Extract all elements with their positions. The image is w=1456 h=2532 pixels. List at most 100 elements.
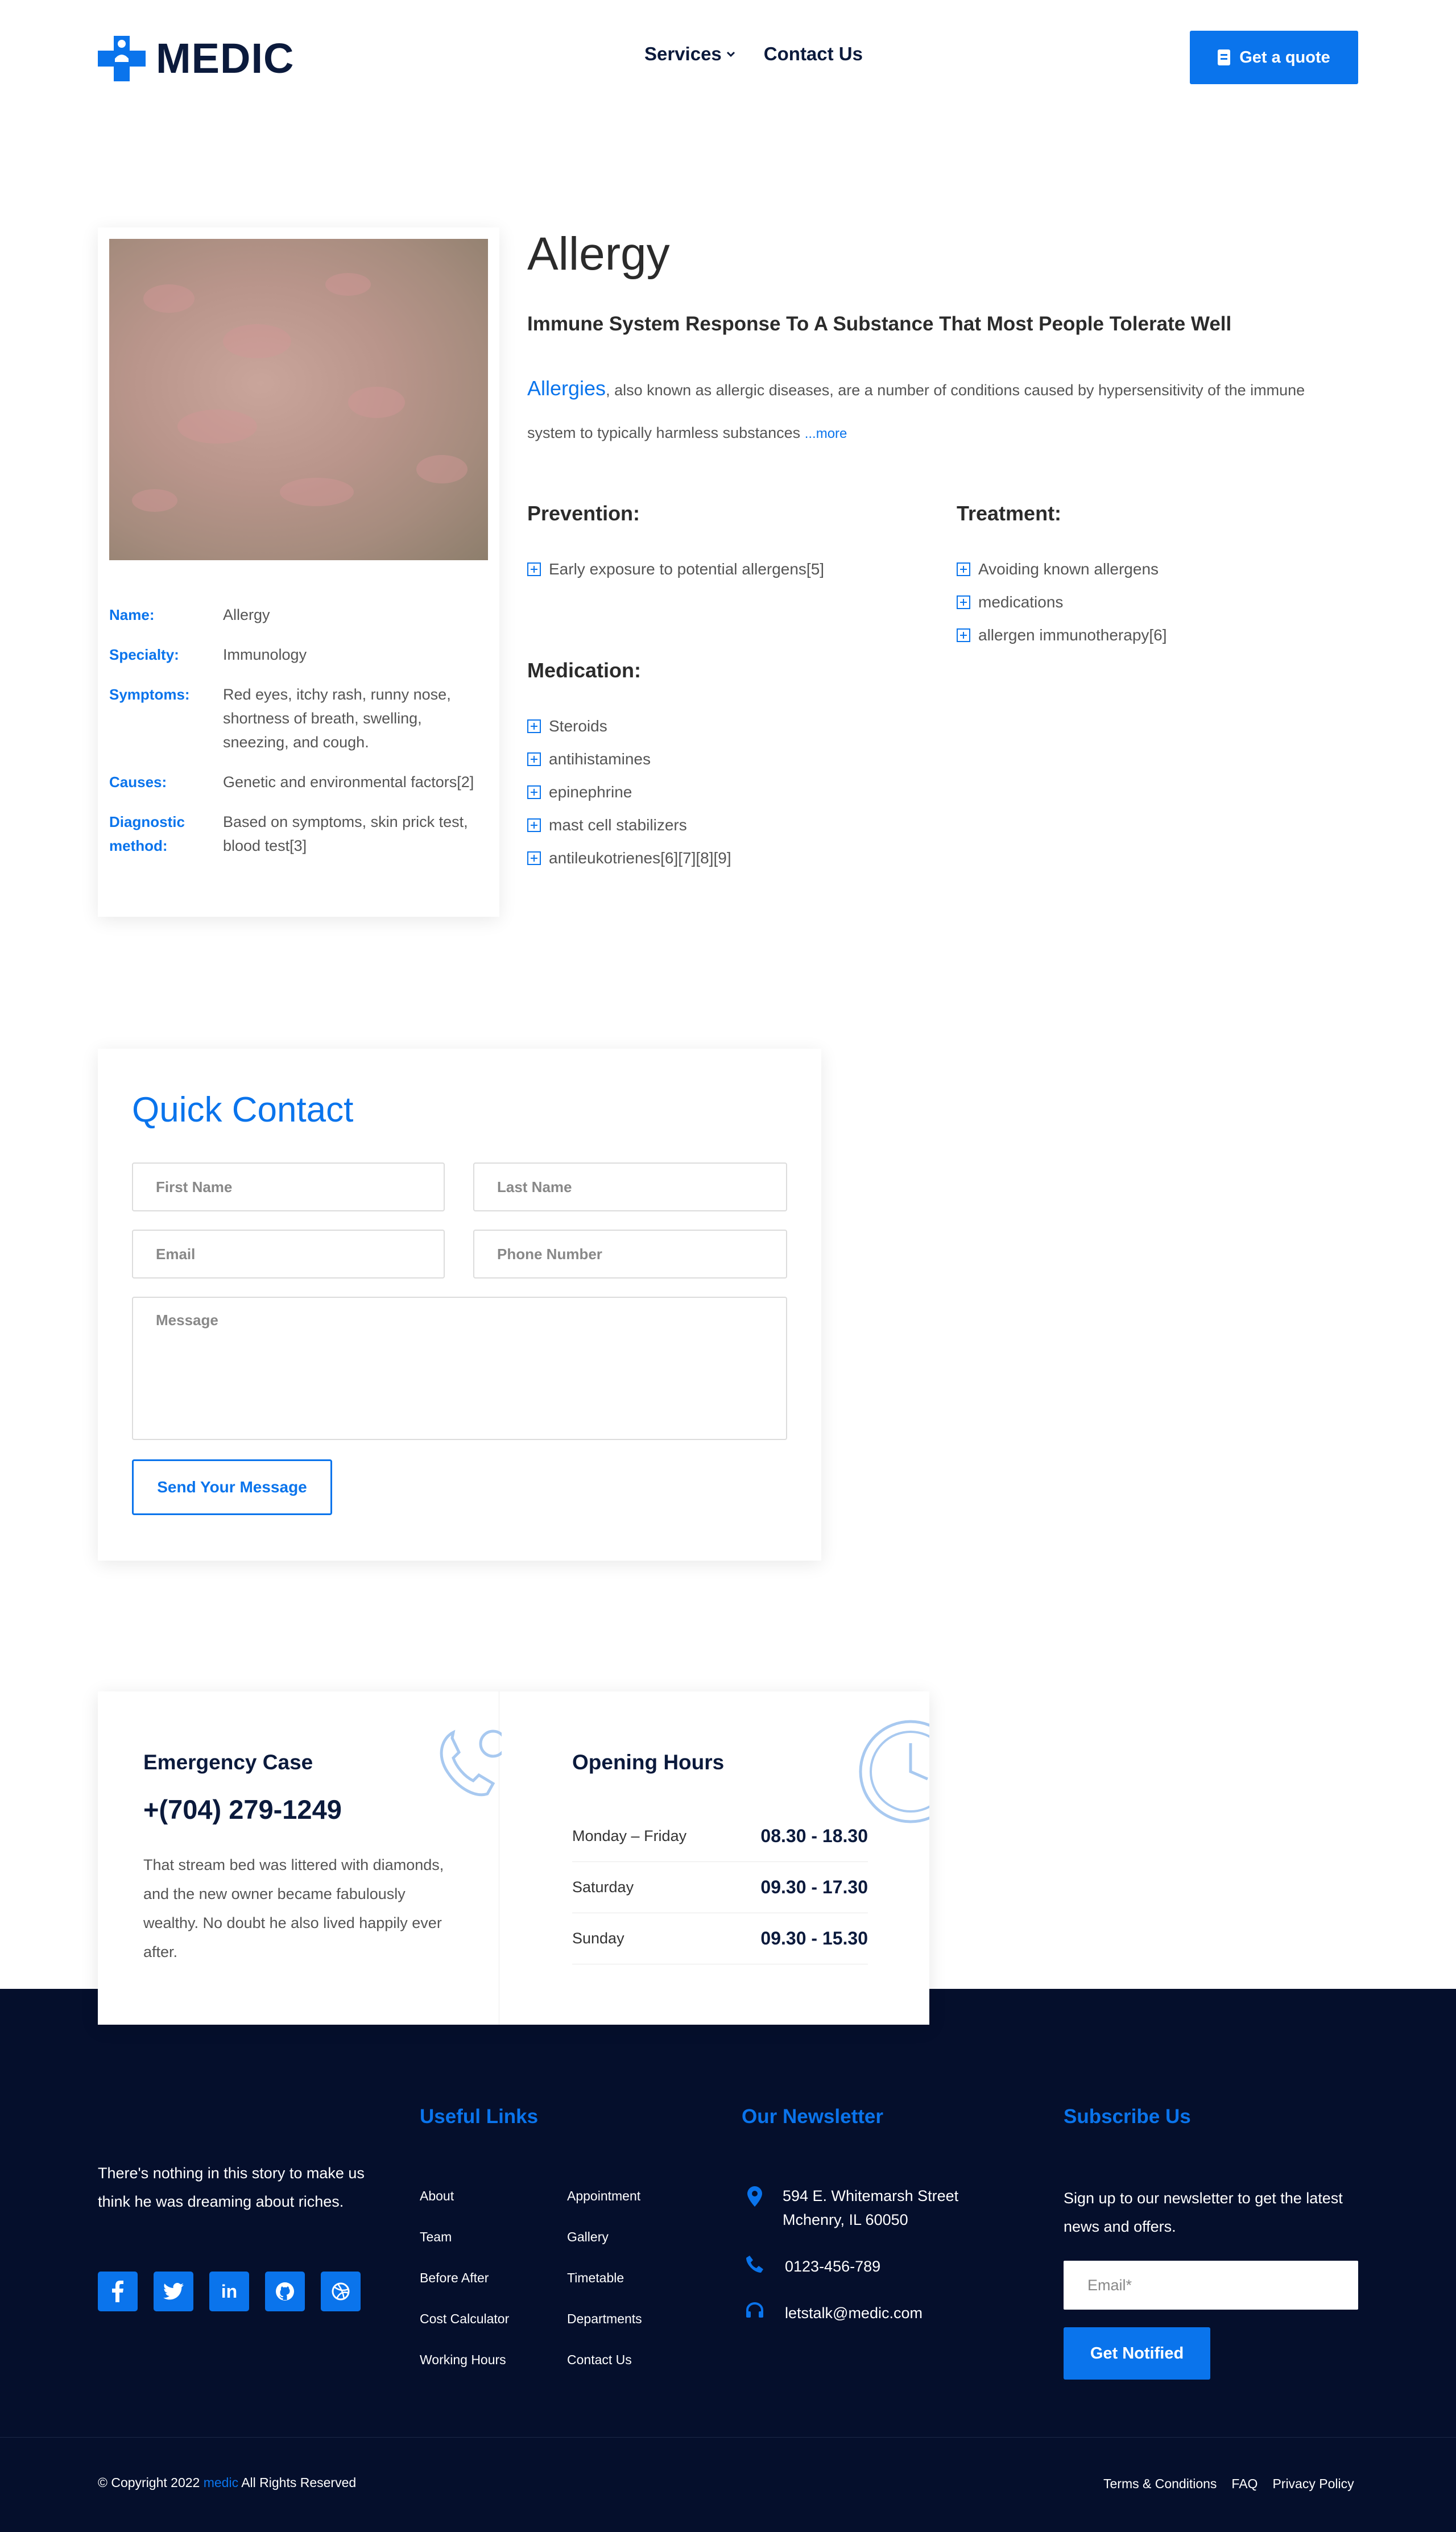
document-icon [1218,49,1231,65]
plus-square-icon [957,595,970,609]
twitter-icon[interactable] [154,2272,193,2311]
list-item: allergen immunotherapy[6] [957,619,1167,652]
footer-link[interactable]: About [420,2188,454,2204]
chevron-down-icon [726,51,735,57]
medical-cross-icon [98,35,146,81]
headset-icon [746,2302,763,2318]
disease-info-list: Name: Allergy Specialty: Immunology Sympto… [109,603,488,874]
footer-divider [0,2437,1456,2438]
newsletter-email-input[interactable]: Email* [1064,2261,1358,2310]
map-pin-icon [747,2186,762,2207]
plus-square-icon [527,785,541,799]
emergency-phone[interactable]: +(704) 279-1249 [143,1794,342,1825]
read-more-link[interactable]: ...more [805,426,847,441]
description-lead-link[interactable]: Allergies [527,377,606,400]
hours-time: 09.30 - 17.30 [760,1877,868,1897]
treatment-list: Avoiding known allergens medications all… [957,553,1167,652]
footer-link[interactable]: Working Hours [420,2352,506,2368]
info-value: Allergy [223,606,270,623]
info-value: Based on symptoms, skin prick test, bloo… [223,813,468,854]
emergency-hours-card: Emergency Case +(704) 279-1249 That stre… [98,1691,929,2025]
footer-link[interactable]: Gallery [567,2229,609,2245]
hours-row: Saturday 09.30 - 17.30 [572,1862,868,1913]
email-item: letstalk@medic.com [745,2301,923,2325]
description-text: , also known as allergic diseases, are a… [527,382,1305,441]
hours-row: Sunday 09.30 - 15.30 [572,1913,868,1964]
footer-link[interactable]: Team [420,2229,452,2245]
list-item-text: mast cell stabilizers [549,816,687,834]
list-item: Early exposure to potential allergens[5] [527,553,824,586]
footer-link[interactable]: Cost Calculator [420,2311,509,2327]
medication-list: Steroids antihistamines epinephrine mast… [527,710,731,875]
email-text[interactable]: letstalk@medic.com [785,2301,923,2325]
copyright: © Copyright 2022 medic All Rights Reserv… [98,2475,356,2490]
github-icon[interactable] [265,2272,305,2311]
nav-item-services[interactable]: Services [644,43,735,65]
hours-day: Monday – Friday [572,1827,687,1844]
logo-text: MEDIC [156,35,295,82]
hours-row: Monday – Friday 08.30 - 18.30 [572,1811,868,1862]
list-item: epinephrine [527,776,731,809]
quick-contact-title: Quick Contact [132,1090,354,1130]
dribbble-icon[interactable] [321,2272,361,2311]
info-value: Genetic and environmental factors[2] [223,773,474,791]
list-item-text: Early exposure to potential allergens[5] [549,560,825,578]
prevention-list: Early exposure to potential allergens[5] [527,553,824,586]
footer-link[interactable]: Timetable [567,2270,624,2286]
hours-time: 08.30 - 18.30 [760,1826,868,1846]
phone-input[interactable]: Phone Number [473,1230,787,1279]
list-item-text: antileukotrienes[6][7][8][9] [549,849,731,867]
footer-link[interactable]: Departments [567,2311,642,2327]
disease-photo [109,239,488,560]
hours-day: Saturday [572,1879,634,1896]
opening-hours-title: Opening Hours [572,1751,725,1774]
last-name-input[interactable]: Last Name [473,1162,787,1211]
list-item: antileukotrienes[6][7][8][9] [527,842,731,875]
terms-link[interactable]: Terms & Conditions [1103,2476,1217,2492]
info-row-diagnostic: Diagnostic method: Based on symptoms, ski… [109,810,488,858]
site-header: MEDIC Services Contact Us Get a quote [0,0,1456,114]
send-message-button[interactable]: Send Your Message [132,1459,332,1515]
list-item-text: Steroids [549,717,607,735]
faq-link[interactable]: FAQ [1231,2476,1258,2492]
quote-label: Get a quote [1239,48,1330,67]
info-key: Specialty: [109,646,179,663]
footer-link[interactable]: Before After [420,2270,489,2286]
info-row-causes: Causes: Genetic and environmental factors… [109,770,488,794]
copyright-text: All Rights Reserved [241,2475,357,2490]
main-nav: Services Contact Us [644,43,863,65]
plus-square-icon [957,562,970,576]
email-input[interactable]: Email [132,1230,445,1279]
clock-outline-icon [859,1720,929,1823]
page-title: Allergy [527,228,670,280]
address-item: 594 E. Whitemarsh Street Mchenry, IL 600… [747,2184,1009,2232]
info-key: Name: [109,606,155,623]
logo[interactable]: MEDIC [98,34,294,82]
facebook-icon[interactable] [98,2272,138,2311]
get-notified-button[interactable]: Get Notified [1064,2327,1210,2380]
footer-link[interactable]: Appointment [567,2188,640,2204]
phone-icon [746,2256,763,2273]
message-textarea[interactable]: Message [132,1297,787,1440]
get-quote-button[interactable]: Get a quote [1190,31,1358,84]
hours-day: Sunday [572,1930,624,1947]
disease-info-card: Name: Allergy Specialty: Immunology Sympto… [98,227,499,917]
newsletter-title: Our Newsletter [742,2105,883,2128]
hours-time: 09.30 - 15.30 [760,1928,868,1948]
plus-square-icon [527,818,541,832]
plus-square-icon [527,851,541,865]
phone-text[interactable]: 0123-456-789 [785,2254,880,2278]
footer-link[interactable]: Contact Us [567,2352,632,2368]
list-item-text: antihistamines [549,750,651,768]
list-item: Steroids [527,710,731,743]
footer-about-text: There's nothing in this story to make us… [98,2165,365,2210]
privacy-link[interactable]: Privacy Policy [1272,2476,1354,2492]
address-text: 594 E. Whitemarsh Street Mchenry, IL 600… [783,2187,959,2228]
plus-square-icon [527,752,541,766]
linkedin-icon[interactable]: in [209,2272,249,2311]
nav-item-contact[interactable]: Contact Us [764,43,863,65]
copyright-brand-link[interactable]: medic [204,2475,238,2490]
first-name-input[interactable]: First Name [132,1162,445,1211]
list-item-text: allergen immunotherapy[6] [978,626,1167,644]
list-item-text: medications [978,593,1064,611]
